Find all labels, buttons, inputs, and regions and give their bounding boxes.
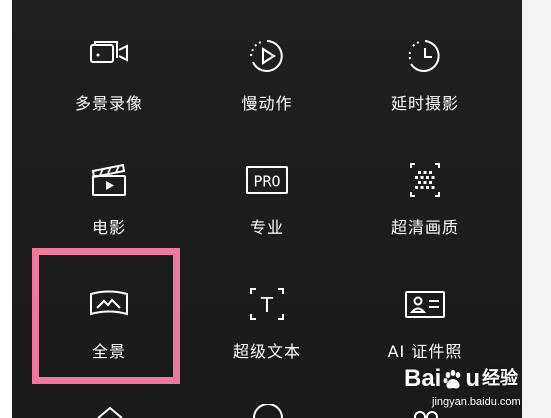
clapperboard-icon: [87, 162, 131, 198]
mode-label: 超清画质: [390, 218, 459, 237]
mode-super-text[interactable]: T 超级文本: [192, 248, 342, 361]
pro-icon: PRO: [245, 162, 289, 198]
mode-label: 延时摄影: [390, 94, 459, 113]
partial-mode-icon: [253, 404, 283, 418]
slow-motion-icon: [245, 38, 289, 74]
mode-multi-scene[interactable]: 多景录像: [34, 0, 184, 113]
watermark-logo: Bai u 经验: [404, 365, 519, 392]
page-margin: [522, 0, 551, 418]
panorama-icon: [87, 286, 131, 322]
mode-id-photo[interactable]: AI 证件照: [350, 248, 500, 361]
partial-mode-icon: [97, 406, 123, 418]
baidu-jingyan-watermark: Bai u 经验 jingyan.baidu.com: [404, 360, 534, 416]
mode-time-lapse[interactable]: 延时摄影: [350, 0, 500, 113]
mode-label: 慢动作: [241, 94, 293, 113]
watermark-url: jingyan.baidu.com: [432, 396, 521, 408]
screen: 多景录像 慢动作 延时摄影 电影 PRO 专业 超清画质 全景 T 超级文本 A…: [0, 0, 551, 418]
mode-label: 全景: [91, 342, 126, 361]
multi-camera-icon: [87, 38, 131, 74]
mode-label: 超级文本: [232, 342, 301, 361]
mode-label: 专业: [249, 218, 284, 237]
mode-pro[interactable]: PRO 专业: [192, 124, 342, 237]
paw-icon: [443, 369, 461, 389]
mode-slow-motion[interactable]: 慢动作: [192, 0, 342, 113]
camera-more-modes-panel: 多景录像 慢动作 延时摄影 电影 PRO 专业 超清画质 全景 T 超级文本 A…: [12, 0, 522, 418]
mode-label: 多景录像: [74, 94, 143, 113]
mode-label: 电影: [91, 218, 126, 237]
mode-panorama[interactable]: 全景: [34, 248, 184, 361]
text-frame-glyph: T: [260, 293, 274, 317]
text-frame-icon: T: [245, 286, 289, 322]
mode-label: AI 证件照: [387, 342, 463, 361]
id-card-icon: [403, 286, 447, 322]
pro-icon-text: PRO: [253, 173, 280, 191]
mode-movie[interactable]: 电影: [34, 124, 184, 237]
mode-ultra-hd[interactable]: 超清画质: [350, 124, 500, 237]
ultra-hd-icon: [403, 162, 447, 198]
time-lapse-icon: [403, 38, 447, 74]
